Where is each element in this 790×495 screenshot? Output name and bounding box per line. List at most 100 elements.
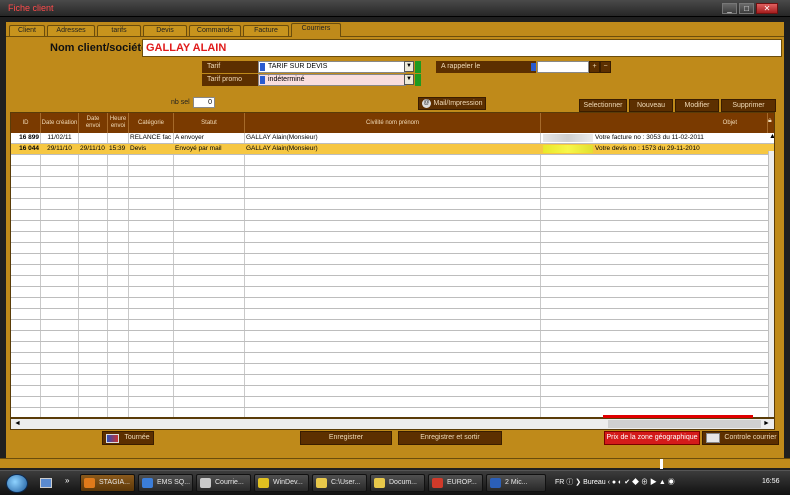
- table-row: [11, 386, 774, 397]
- tarif-select[interactable]: TARIF SUR DEVIS: [258, 61, 406, 73]
- nouveau-button[interactable]: Nouveau: [629, 99, 673, 112]
- cell-categorie: Devis: [130, 145, 147, 152]
- nb-sel-field[interactable]: 0: [193, 97, 215, 108]
- taskbar-item-stagia[interactable]: STAGIA...: [80, 474, 135, 492]
- table-row: [11, 155, 774, 166]
- col-heure-envoi[interactable]: Heure envoi: [108, 113, 129, 133]
- taskbar-item-label: EUROP...: [447, 479, 477, 486]
- col-objet[interactable]: Objet: [541, 113, 768, 133]
- system-tray: FR ⓘ ❯ Bureau ‹ ● ◐ ✔ ◆ ⊕ ▶ ▲ ◉: [555, 477, 675, 487]
- table-row: [11, 298, 774, 309]
- table-row[interactable]: 16 044 29/11/10 29/11/10 15:39 Devis Env…: [11, 144, 774, 155]
- taskbar-item-courrier[interactable]: Courrie...: [196, 474, 251, 492]
- rappel-label: A rappeler le: [436, 61, 536, 73]
- taskbar-item-label: Courrie...: [215, 479, 244, 486]
- application-window: Fiche client _ □ ✕ Client Adresses tarif…: [0, 0, 790, 470]
- modifier-button[interactable]: Modifier: [675, 99, 719, 112]
- folder-icon: [374, 478, 385, 488]
- tarif-marker-icon: [260, 63, 265, 71]
- clock[interactable]: 16:56: [762, 478, 780, 485]
- table-header: ID Date création Date envoi Heure envoi …: [11, 113, 774, 133]
- taskbar-item-documents[interactable]: Docum...: [370, 474, 425, 492]
- horizontal-scroll-thumb[interactable]: [608, 420, 761, 428]
- table-row[interactable]: 16 899 11/02/11 RELANCE fac A envoyer GA…: [11, 133, 774, 144]
- taskbar-item-ems[interactable]: EMS SQ...: [138, 474, 193, 492]
- rappel-minus-button[interactable]: −: [600, 61, 611, 73]
- show-desktop-icon[interactable]: [40, 478, 52, 488]
- taskbar-item-explorer[interactable]: C:\User...: [312, 474, 367, 492]
- help-icon[interactable]: ⓘ: [566, 479, 575, 486]
- taskbar-item-label: EMS SQ...: [157, 479, 191, 486]
- tray-expand-icon[interactable]: ❯: [575, 479, 583, 486]
- cell-objet: Votre devis no : 1573 du 29-11-2010: [595, 145, 700, 152]
- table-row: [11, 188, 774, 199]
- rappel-plus-button[interactable]: +: [589, 61, 600, 73]
- col-id[interactable]: ID: [11, 113, 41, 133]
- scroll-right-icon[interactable]: ►: [763, 420, 770, 427]
- scroll-left-icon[interactable]: ◄: [14, 420, 21, 427]
- mail-impression-label: Mail/Impression: [433, 100, 483, 107]
- taskbar-item-europ[interactable]: EUROP...: [428, 474, 483, 492]
- tournee-label: Tournée: [124, 434, 150, 441]
- prix-zone-button[interactable]: Prix de la zone géographique: [604, 431, 700, 445]
- table-row: [11, 287, 774, 298]
- controle-courrier-button[interactable]: Controle courrier: [702, 431, 779, 445]
- tarif-label: Tarif: [202, 61, 258, 73]
- cell-heure-envoi: [108, 133, 128, 143]
- col-date-creation[interactable]: Date création: [41, 113, 79, 133]
- col-statut[interactable]: Statut: [174, 113, 245, 133]
- taskbar-item-windev[interactable]: WinDev...: [254, 474, 309, 492]
- nom-client-field[interactable]: GALLAY ALAIN: [142, 39, 782, 57]
- vertical-scrollbar[interactable]: [768, 151, 774, 417]
- table-row: [11, 243, 774, 254]
- bureau-label[interactable]: Bureau: [583, 479, 606, 486]
- cell-id: 16 899: [19, 134, 39, 141]
- close-button[interactable]: ✕: [756, 3, 778, 14]
- col-civilite-nom[interactable]: Civilité nom prénom: [245, 113, 541, 133]
- app-icon: [490, 478, 501, 488]
- courriers-table: ID Date création Date envoi Heure envoi …: [10, 112, 775, 418]
- taskbar-item-label: Docum...: [389, 479, 418, 486]
- controle-courrier-label: Controle courrier: [724, 434, 777, 441]
- selectionner-button[interactable]: Selectionner: [579, 99, 627, 112]
- redacted-phone: [543, 145, 593, 153]
- table-row: [11, 276, 774, 287]
- cell-date-creation: 11/02/11: [47, 134, 72, 141]
- tray-icons[interactable]: ‹ ● ◐ ✔ ◆ ⊕ ▶ ▲ ◉: [608, 479, 675, 486]
- table-row: [11, 320, 774, 331]
- tarif-promo-dropdown-icon[interactable]: ▼: [404, 74, 414, 85]
- start-button[interactable]: [6, 474, 28, 493]
- table-row: [11, 221, 774, 232]
- cell-nom: GALLAY Alain(Monsieur): [246, 145, 318, 152]
- minimize-button[interactable]: _: [722, 3, 737, 14]
- tarif-promo-select[interactable]: indéterminé: [258, 74, 406, 86]
- col-date-envoi[interactable]: Date envoi: [79, 113, 108, 133]
- maximize-button[interactable]: □: [739, 3, 754, 14]
- nb-sel-label: nb sel: [171, 99, 190, 106]
- scroll-up-icon[interactable]: ▲: [769, 133, 774, 140]
- table-row: [11, 265, 774, 276]
- table-row: [11, 364, 774, 375]
- app-icon: [200, 478, 211, 488]
- enregistrer-et-sortir-button[interactable]: Enregistrer et sortir: [398, 431, 502, 445]
- tab-courriers[interactable]: Courriers: [291, 23, 341, 37]
- tarif-dropdown-icon[interactable]: ▼: [404, 61, 414, 72]
- tournee-button[interactable]: Tournée: [102, 431, 154, 445]
- lock-icon[interactable]: 🔒︎: [768, 117, 774, 127]
- horizontal-scrollbar[interactable]: ◄ ►: [10, 418, 775, 430]
- col-categorie[interactable]: Catégorie: [129, 113, 174, 133]
- app-icon: [142, 478, 153, 488]
- taskbar-item-microsoft[interactable]: 2 Mic...: [486, 474, 546, 492]
- app-icon: [432, 478, 443, 488]
- title-bar[interactable]: Fiche client _ □ ✕: [0, 0, 790, 17]
- table-row: [11, 199, 774, 210]
- mail-impression-button[interactable]: @ Mail/Impression: [418, 97, 486, 110]
- cell-objet: Votre facture no : 3053 du 11-02-2011: [595, 134, 704, 141]
- language-indicator[interactable]: FR: [555, 479, 564, 486]
- taskbar-overflow-icon[interactable]: »: [65, 476, 69, 485]
- rappel-date-field[interactable]: [537, 61, 589, 73]
- table-row: [11, 309, 774, 320]
- nom-client-label: Nom client/société: [50, 42, 148, 54]
- supprimer-button[interactable]: Supprimer: [721, 99, 776, 112]
- enregistrer-button[interactable]: Enregistrer: [300, 431, 392, 445]
